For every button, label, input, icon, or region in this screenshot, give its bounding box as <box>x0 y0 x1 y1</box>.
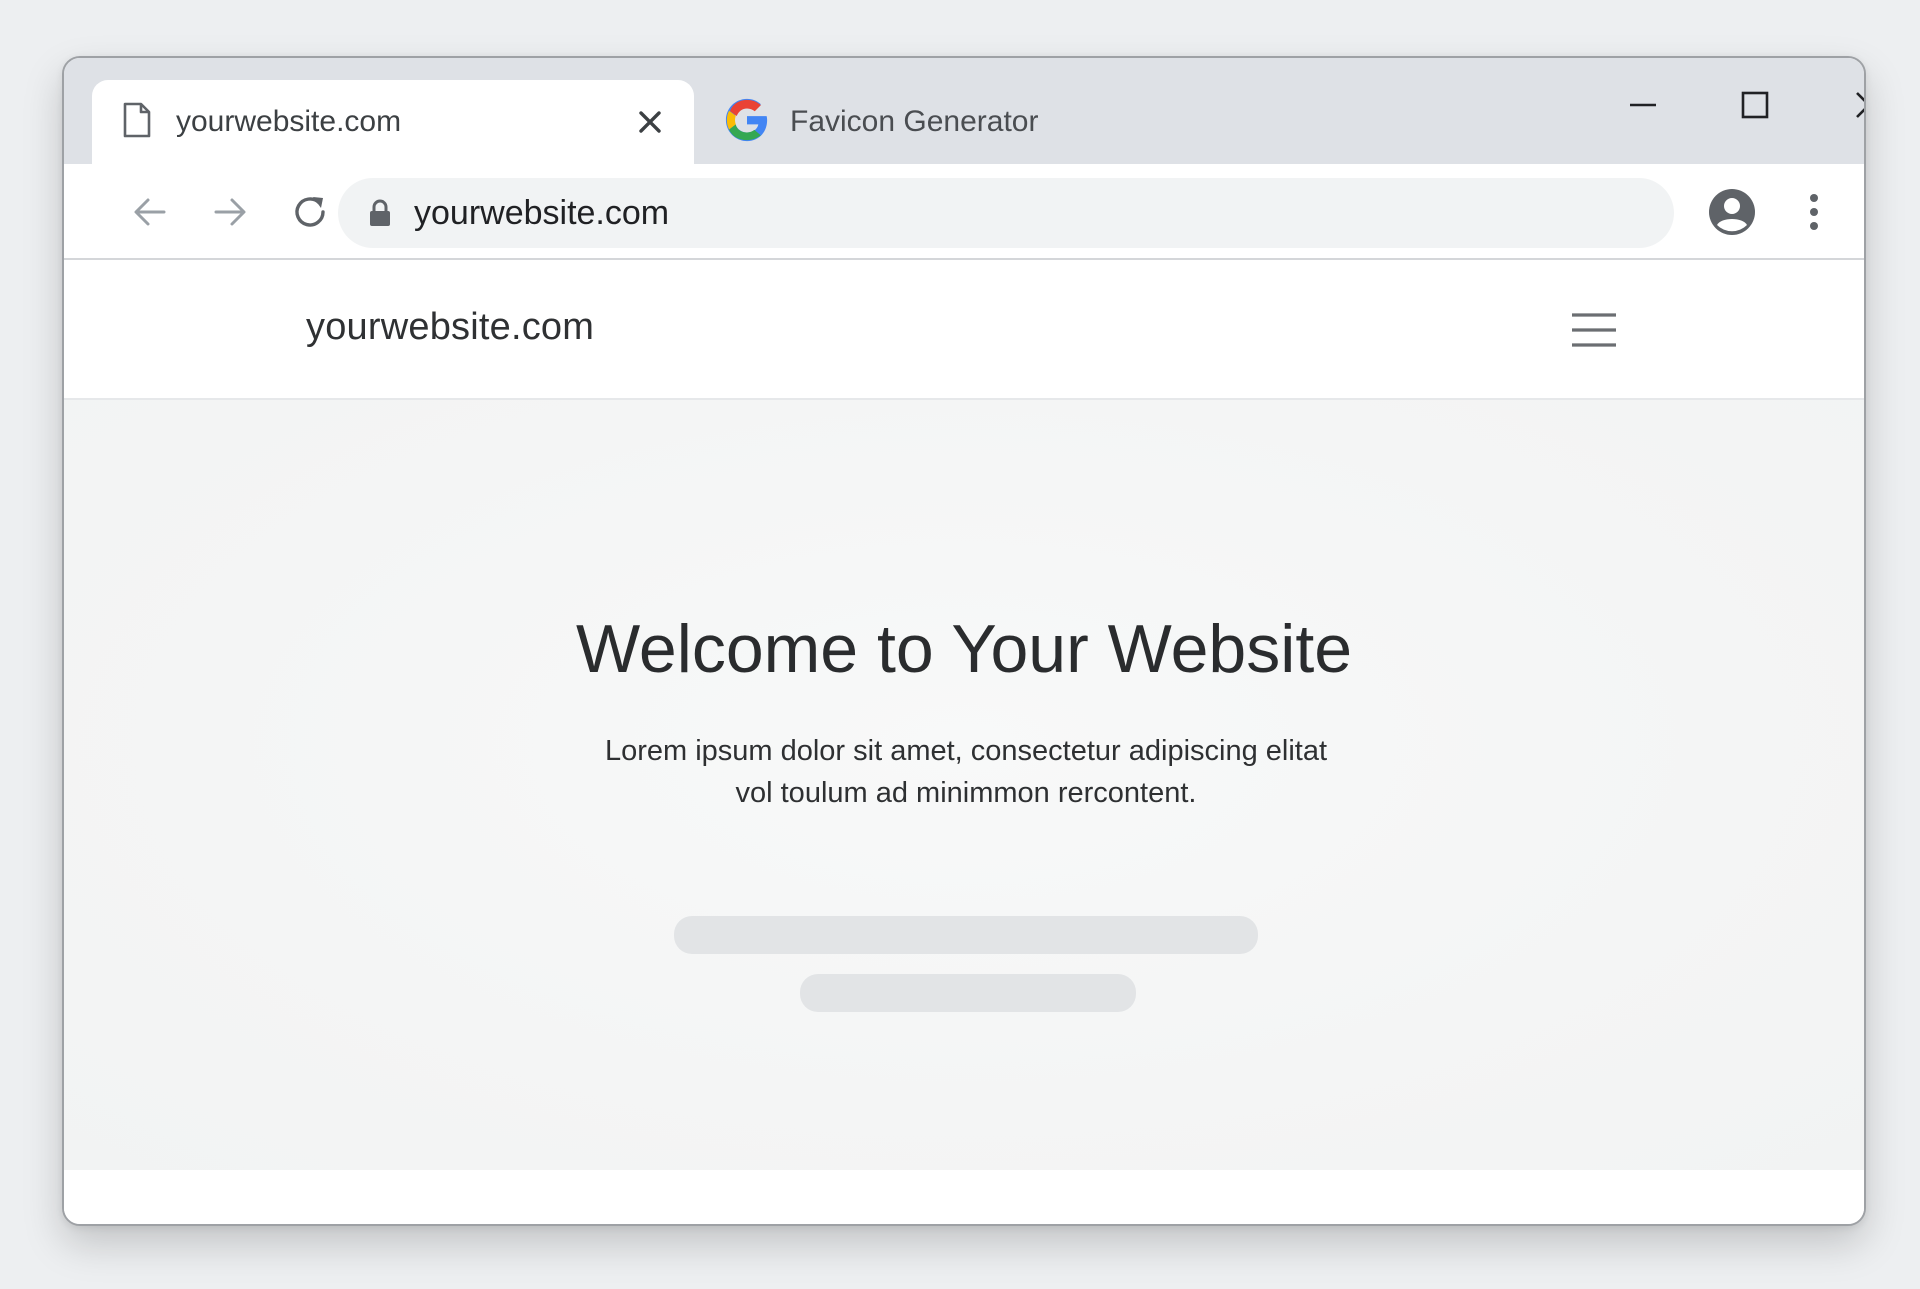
site-header: yourwebsite.com <box>64 260 1864 400</box>
minimize-icon[interactable] <box>1598 70 1688 140</box>
url-input[interactable] <box>414 193 1614 233</box>
document-icon <box>122 102 152 143</box>
lock-icon[interactable] <box>364 197 396 229</box>
close-tab-icon[interactable] <box>632 104 668 140</box>
maximize-icon[interactable] <box>1710 70 1800 140</box>
hero-subtitle-line: Lorem ipsum dolor sit amet, consectetur … <box>604 735 1328 767</box>
skeleton-placeholder-bar <box>800 974 1136 1012</box>
forward-arrow-icon[interactable] <box>202 184 258 240</box>
address-bar[interactable] <box>338 178 1674 248</box>
hero-subtitle: Lorem ipsum dolor sit amet, consectetur … <box>514 730 1418 814</box>
close-icon[interactable] <box>1824 70 1864 140</box>
account-icon[interactable] <box>1704 184 1760 240</box>
hero-title: Welcome to Your Website <box>575 611 1353 687</box>
browser-toolbar <box>64 164 1864 260</box>
tab-bar: yourwebsite.com Favicon Generator <box>64 58 1864 164</box>
tab-yourwebsite[interactable]: yourwebsite.com <box>92 80 694 164</box>
tab-title: Favicon Generator <box>790 105 1039 138</box>
hero-section: Welcome to Your Website Lorem ipsum dolo… <box>64 400 1864 1170</box>
hero-subtitle-line: vol toulum ad minimmon rercontent. <box>735 777 1197 809</box>
page-footer <box>64 1170 1864 1224</box>
back-arrow-icon[interactable] <box>122 184 178 240</box>
tab-favicon-generator[interactable]: Favicon Generator <box>724 80 1144 164</box>
browser-window: yourwebsite.com Favicon Generator yourwe… <box>62 56 1866 1226</box>
skeleton-placeholder-bar <box>674 916 1258 954</box>
site-logo[interactable]: yourwebsite.com <box>306 306 594 349</box>
more-vertical-icon[interactable] <box>1786 184 1842 240</box>
google-g-icon <box>724 97 770 148</box>
page-content: yourwebsite.com Welcome to Your Website … <box>64 260 1864 1224</box>
reload-icon[interactable] <box>282 184 338 240</box>
tab-title: yourwebsite.com <box>176 105 402 138</box>
hamburger-menu-icon[interactable] <box>1564 306 1624 354</box>
